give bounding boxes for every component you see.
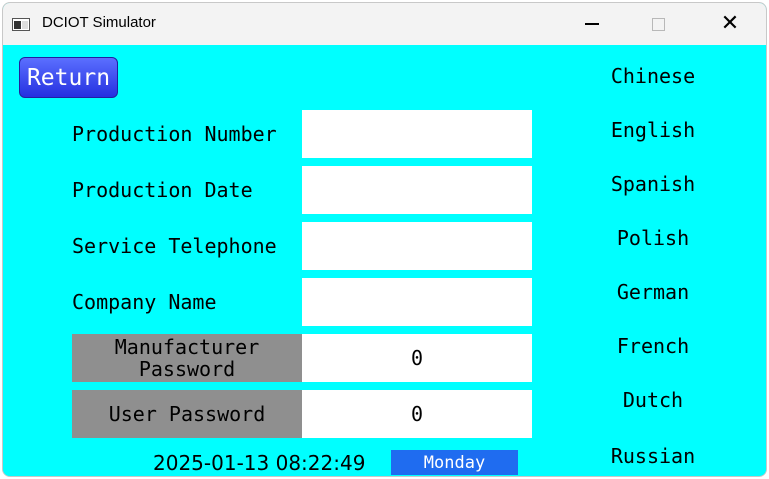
close-icon: ✕ — [720, 11, 740, 36]
company-name-label: Company Name — [72, 290, 217, 314]
company-name-field[interactable] — [302, 278, 532, 326]
language-polish[interactable]: Polish — [573, 226, 733, 250]
service-telephone-field[interactable] — [302, 222, 532, 270]
screen-content: Return Production Number Production Date… — [3, 45, 766, 476]
language-russian[interactable]: Russian — [573, 444, 733, 468]
language-french[interactable]: French — [573, 334, 733, 358]
close-button[interactable]: ✕ — [701, 3, 759, 45]
language-chinese[interactable]: Chinese — [573, 64, 733, 88]
production-number-field[interactable] — [302, 110, 532, 158]
window-title: DCIOT Simulator — [42, 14, 156, 31]
weekday-badge: Monday — [391, 450, 518, 475]
maximize-icon — [651, 17, 665, 31]
minimize-button[interactable] — [563, 3, 621, 45]
language-german[interactable]: German — [573, 280, 733, 304]
maximize-button[interactable] — [629, 3, 687, 45]
production-date-label: Production Date — [72, 178, 253, 202]
manufacturer-password-label-line1: Manufacturer — [114, 335, 260, 359]
language-english[interactable]: English — [573, 118, 733, 142]
user-password-field[interactable]: 0 — [302, 390, 532, 438]
production-date-field[interactable] — [302, 166, 532, 214]
service-telephone-label: Service Telephone — [72, 234, 277, 258]
manufacturer-password-label-line2: Password — [138, 357, 236, 381]
minimize-icon — [585, 23, 599, 25]
return-button[interactable]: Return — [19, 57, 118, 98]
language-spanish[interactable]: Spanish — [573, 172, 733, 196]
language-dutch[interactable]: Dutch — [573, 388, 733, 412]
simulator-window: DCIOT Simulator ✕ Return Production Numb… — [2, 2, 767, 477]
title-bar[interactable]: DCIOT Simulator ✕ — [3, 3, 766, 45]
app-window-icon — [12, 18, 30, 31]
user-password-label: User Password — [72, 390, 302, 438]
current-datetime: 2025-01-13 08:22:49 — [153, 451, 366, 475]
manufacturer-password-label: Manufacturer Password — [72, 334, 302, 382]
manufacturer-password-field[interactable]: 0 — [302, 334, 532, 382]
production-number-label: Production Number — [72, 122, 277, 146]
